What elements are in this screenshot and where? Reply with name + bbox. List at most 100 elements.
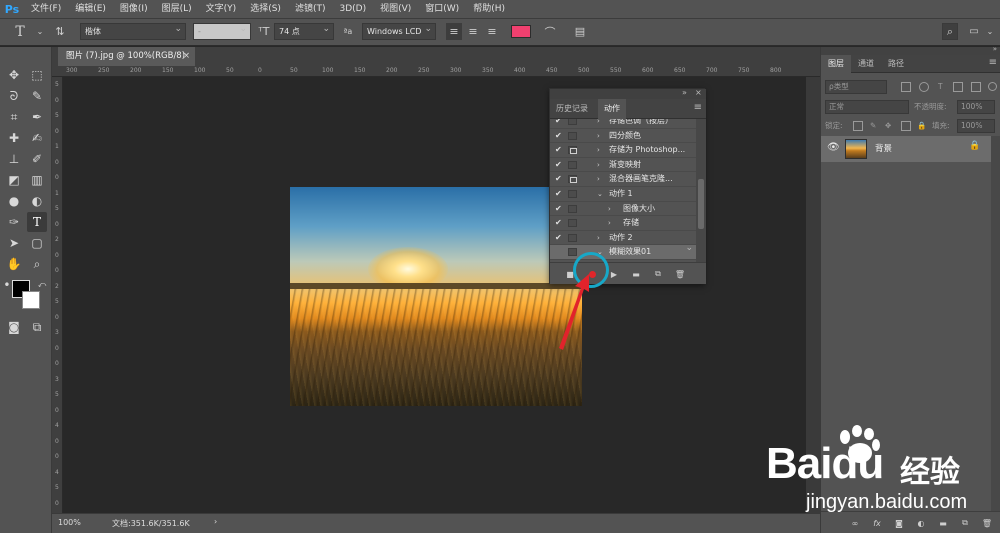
type-tool-icon[interactable]: T [27, 212, 47, 232]
pen-tool-icon[interactable]: ✑ [4, 212, 24, 232]
lock-brush-icon[interactable]: ✎ [870, 119, 876, 133]
layers-panel-menu-icon[interactable]: ≡ [989, 57, 997, 68]
toggle-check-icon[interactable]: ✔ [555, 231, 565, 245]
ruler-horizontal[interactable]: 300 250 200 150 100 50 0 50 100 150 200 250 300 350 40… [52, 66, 820, 77]
screen-mode-icon[interactable]: ⧉ [27, 317, 47, 337]
filter-shape-icon[interactable] [953, 82, 963, 92]
chevron-down-icon[interactable]: ⌄ [32, 23, 48, 40]
action-row[interactable]: ✔ › 图像大小 [550, 202, 696, 217]
lock-position-icon[interactable]: ✥ [885, 119, 891, 133]
collapsed-triangle-icon[interactable]: › [597, 158, 600, 172]
dialog-toggle-icon[interactable] [568, 175, 577, 184]
filter-pixel-icon[interactable] [901, 82, 911, 92]
text-color-swatch[interactable] [511, 25, 531, 38]
warp-text-icon[interactable]: ⌒ [542, 23, 558, 40]
menu-3d[interactable]: 3D(D) [332, 0, 373, 18]
filter-adjustment-icon[interactable] [919, 82, 929, 92]
align-left-icon[interactable]: ≡ [446, 23, 462, 40]
lock-icon[interactable]: 🔒 [969, 141, 980, 151]
new-set-button[interactable]: ▬ [629, 267, 643, 281]
font-size-select[interactable]: 74 点 [274, 22, 334, 40]
tab-layers[interactable]: 图层 [821, 55, 851, 73]
dialog-toggle-icon[interactable] [568, 160, 577, 169]
tab-history[interactable]: 历史记录 [550, 99, 594, 119]
dialog-toggle-icon[interactable] [568, 190, 577, 198]
quick-select-tool-icon[interactable]: ✎ [27, 86, 47, 106]
play-button[interactable]: ▶ [607, 267, 621, 281]
document-image[interactable] [290, 187, 582, 406]
menu-type[interactable]: 文字(Y) [199, 0, 244, 18]
menu-view[interactable]: 视图(V) [373, 0, 418, 18]
close-icon[interactable]: × [183, 47, 190, 66]
search-icon[interactable]: ⌕ [942, 23, 958, 40]
filter-type-icon[interactable]: T [938, 80, 943, 94]
expanded-triangle-icon[interactable]: ⌄ [597, 187, 603, 201]
brush-tool-icon[interactable]: ✍ [27, 128, 47, 148]
action-row[interactable]: ✔ › 四分颜色 [550, 129, 696, 144]
toggle-check-icon[interactable] [555, 245, 565, 259]
collapsed-triangle-icon[interactable]: › [608, 202, 611, 216]
lasso-tool-icon[interactable]: ᘐ [4, 86, 24, 106]
menu-filter[interactable]: 滤镜(T) [288, 0, 333, 18]
collapse-dock-icon[interactable]: » [993, 45, 997, 53]
zoom-level[interactable]: 100% [58, 518, 81, 527]
dialog-toggle-icon[interactable] [568, 233, 577, 242]
delete-action-button[interactable]: 🗑 [673, 267, 687, 281]
quick-mask-icon[interactable]: ◙ [4, 317, 24, 337]
layer-filter-select[interactable]: ρ类型 [825, 80, 887, 94]
marquee-tool-icon[interactable]: ⬚ [27, 65, 47, 85]
panel-menu-icon[interactable]: ≡ [694, 102, 702, 113]
layer-row-background[interactable]: 👁 背景 🔒 [821, 136, 991, 162]
action-row[interactable]: ✔ › 存储为 Photoshop... [550, 143, 696, 158]
toggle-check-icon[interactable]: ✔ [555, 172, 565, 186]
collapsed-triangle-icon[interactable]: › [597, 172, 600, 186]
tab-actions[interactable]: 动作 [598, 99, 626, 119]
menu-help[interactable]: 帮助(H) [466, 0, 512, 18]
move-tool-icon[interactable]: ✥ [4, 65, 24, 85]
status-menu-arrow[interactable]: › [214, 517, 217, 526]
action-row[interactable]: ✔ › 渐变映射 [550, 158, 696, 173]
action-row[interactable]: ✔ ⌄ 动作 1 [550, 187, 696, 202]
workspace-chevron-icon[interactable]: ⌄ [982, 23, 998, 40]
collapsed-triangle-icon[interactable]: › [597, 143, 600, 157]
dialog-toggle-icon[interactable] [568, 119, 577, 125]
lock-pixels-icon[interactable] [853, 121, 863, 131]
dialog-toggle-icon[interactable] [568, 219, 577, 228]
character-panel-icon[interactable]: ▤ [572, 23, 588, 40]
visibility-eye-icon[interactable]: 👁 [827, 142, 840, 153]
menu-image[interactable]: 图像(I) [113, 0, 155, 18]
shape-tool-icon[interactable]: ▢ [27, 233, 47, 253]
action-row[interactable]: ⌄ 模糊效果01 [550, 243, 696, 260]
blend-mode-select[interactable]: 正常 [825, 100, 909, 114]
hand-tool-icon[interactable]: ✋ [4, 254, 24, 274]
new-action-button[interactable]: ⧉ [651, 267, 665, 281]
lock-all-icon[interactable]: 🔒 [917, 119, 926, 133]
font-style-select[interactable]: - [193, 22, 251, 40]
filter-smart-icon[interactable] [971, 82, 981, 92]
crop-tool-icon[interactable]: ⌗ [4, 107, 24, 127]
action-row[interactable]: ✔ › 存储 [550, 216, 696, 231]
blur-tool-icon[interactable]: ● [4, 191, 24, 211]
toggle-check-icon[interactable]: ✔ [555, 216, 565, 230]
close-panel-icon[interactable]: × [695, 88, 702, 97]
toggle-check-icon[interactable]: ✔ [555, 202, 565, 216]
tab-paths[interactable]: 路径 [881, 55, 911, 73]
workspace-icon[interactable]: ▭ [966, 23, 982, 40]
menu-file[interactable]: 文件(F) [24, 0, 68, 18]
dialog-toggle-icon[interactable] [568, 204, 577, 213]
tab-channels[interactable]: 通道 [851, 55, 881, 73]
dialog-toggle-icon[interactable] [568, 131, 577, 140]
text-orientation-icon[interactable]: ⇅ [52, 23, 68, 40]
zoom-tool-icon[interactable]: ⌕ [27, 254, 47, 274]
gradient-tool-icon[interactable]: ▥ [27, 170, 47, 190]
align-center-icon[interactable]: ≡ [465, 23, 481, 40]
collapsed-triangle-icon[interactable]: › [597, 231, 600, 245]
opacity-input[interactable]: 100% [957, 100, 995, 114]
path-select-tool-icon[interactable]: ➤ [4, 233, 24, 253]
collapsed-triangle-icon[interactable]: › [597, 129, 600, 143]
dialog-toggle-icon[interactable] [568, 248, 577, 257]
font-family-select[interactable]: 楷体 [80, 22, 186, 40]
dodge-tool-icon[interactable]: ◐ [27, 191, 47, 211]
menu-layer[interactable]: 图层(L) [155, 0, 199, 18]
action-row[interactable]: ✔ › 存储色调（按层） [550, 119, 696, 129]
